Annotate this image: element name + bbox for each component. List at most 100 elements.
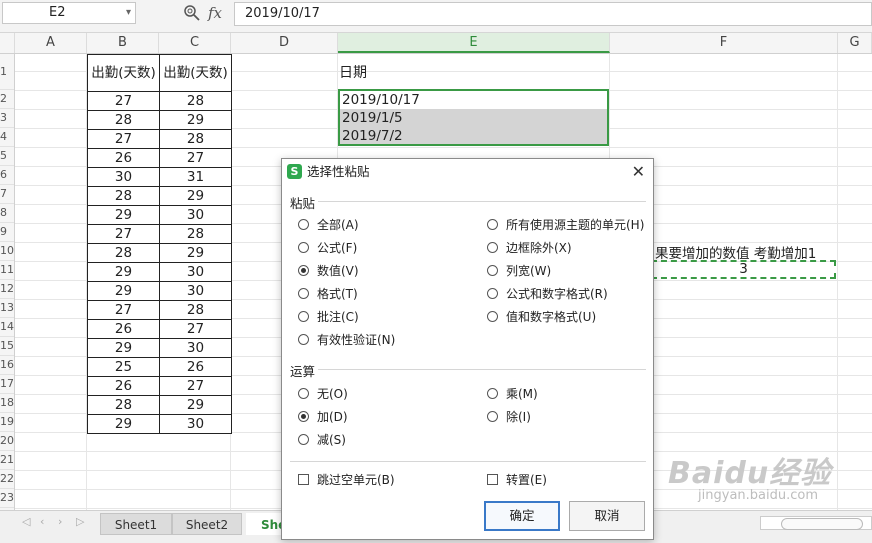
table-header-b[interactable]: 出勤(天数) bbox=[87, 54, 160, 92]
radio-icon[interactable] bbox=[487, 411, 498, 422]
table-cell[interactable]: 27 bbox=[87, 300, 160, 320]
formula-input[interactable]: 2019/10/17 bbox=[234, 2, 872, 26]
row-header[interactable]: 16 bbox=[0, 356, 14, 375]
table-cell[interactable]: 27 bbox=[159, 376, 232, 396]
last-sheet-icon[interactable]: ▷ bbox=[76, 515, 84, 528]
table-cell[interactable]: 29 bbox=[159, 110, 232, 130]
radio-icon[interactable] bbox=[298, 334, 309, 345]
table-cell[interactable]: 29 bbox=[159, 243, 232, 263]
table-cell[interactable]: 28 bbox=[87, 110, 160, 130]
paste-source-theme-option[interactable]: 所有使用源主题的单元(H) bbox=[487, 217, 644, 233]
column-header-c[interactable]: C bbox=[159, 33, 231, 53]
op-none-option[interactable]: 无(O) bbox=[298, 386, 348, 402]
row-header[interactable]: 11 bbox=[0, 261, 14, 280]
table-cell[interactable]: 29 bbox=[87, 205, 160, 225]
table-cell[interactable]: 29 bbox=[87, 262, 160, 282]
scrollbar-thumb[interactable] bbox=[781, 518, 863, 530]
tab-sheet1[interactable]: Sheet1 bbox=[100, 513, 172, 535]
row-header[interactable]: 7 bbox=[0, 185, 14, 204]
radio-icon[interactable] bbox=[298, 288, 309, 299]
row-header[interactable]: 20 bbox=[0, 432, 14, 451]
row-header[interactable]: 23 bbox=[0, 489, 14, 508]
radio-icon[interactable] bbox=[298, 242, 309, 253]
table-cell[interactable]: 26 bbox=[87, 319, 160, 339]
name-box[interactable]: E2 ▾ bbox=[2, 2, 136, 24]
table-cell[interactable]: 28 bbox=[87, 395, 160, 415]
op-multiply-option[interactable]: 乘(M) bbox=[487, 386, 538, 402]
column-header-e[interactable]: E bbox=[338, 33, 610, 53]
paste-formulas-numbers-option[interactable]: 公式和数字格式(R) bbox=[487, 286, 608, 302]
row-header[interactable]: 8 bbox=[0, 204, 14, 223]
radio-icon[interactable] bbox=[298, 219, 309, 230]
table-cell[interactable]: 28 bbox=[159, 300, 232, 320]
paste-comments-option[interactable]: 批注(C) bbox=[298, 309, 359, 325]
row-header[interactable]: 4 bbox=[0, 128, 14, 147]
zoom-icon[interactable] bbox=[183, 4, 201, 26]
op-add-option[interactable]: 加(D) bbox=[298, 409, 348, 425]
radio-selected-icon[interactable] bbox=[298, 411, 309, 422]
row-header[interactable]: 2 bbox=[0, 90, 14, 109]
row-header[interactable]: 22 bbox=[0, 470, 14, 489]
paste-values-option[interactable]: 数值(V) bbox=[298, 263, 359, 279]
op-divide-option[interactable]: 除(I) bbox=[487, 409, 531, 425]
first-sheet-icon[interactable]: ◁ bbox=[22, 515, 30, 528]
table-cell[interactable]: 29 bbox=[87, 338, 160, 358]
radio-icon[interactable] bbox=[487, 288, 498, 299]
radio-icon[interactable] bbox=[487, 265, 498, 276]
table-cell[interactable]: 28 bbox=[159, 224, 232, 244]
table-cell[interactable]: 28 bbox=[159, 129, 232, 149]
row-header[interactable]: 15 bbox=[0, 337, 14, 356]
next-sheet-icon[interactable]: › bbox=[58, 515, 62, 528]
column-header-f[interactable]: F bbox=[610, 33, 838, 53]
row-header[interactable]: 12 bbox=[0, 280, 14, 299]
dialog-title-bar[interactable]: S 选择性粘贴 ✕ bbox=[282, 159, 653, 185]
tab-sheet3[interactable]: She bbox=[246, 513, 286, 535]
table-cell[interactable]: 27 bbox=[87, 91, 160, 111]
column-header-b[interactable]: B bbox=[87, 33, 159, 53]
skip-blanks-checkbox[interactable]: 跳过空单元(B) bbox=[298, 472, 395, 488]
checkbox-icon[interactable] bbox=[298, 474, 309, 485]
table-cell[interactable]: 27 bbox=[87, 129, 160, 149]
table-cell[interactable]: 26 bbox=[159, 357, 232, 377]
row-header[interactable]: 3 bbox=[0, 109, 14, 128]
cancel-button[interactable]: 取消 bbox=[569, 501, 645, 531]
table-cell[interactable]: 30 bbox=[87, 167, 160, 187]
prev-sheet-icon[interactable]: ‹ bbox=[40, 515, 44, 528]
table-cell[interactable]: 30 bbox=[159, 338, 232, 358]
horizontal-scrollbar[interactable] bbox=[760, 516, 872, 530]
copied-value-cell[interactable]: 3 bbox=[651, 260, 836, 279]
column-header-g[interactable]: G bbox=[838, 33, 872, 53]
table-cell[interactable]: 26 bbox=[87, 376, 160, 396]
row-header[interactable]: 1 bbox=[0, 54, 14, 90]
radio-icon[interactable] bbox=[298, 434, 309, 445]
radio-icon[interactable] bbox=[487, 219, 498, 230]
row-header[interactable]: 19 bbox=[0, 413, 14, 432]
table-cell[interactable]: 30 bbox=[159, 414, 232, 434]
table-cell[interactable]: 28 bbox=[87, 186, 160, 206]
paste-column-widths-option[interactable]: 列宽(W) bbox=[487, 263, 551, 279]
paste-formats-option[interactable]: 格式(T) bbox=[298, 286, 358, 302]
op-subtract-option[interactable]: 减(S) bbox=[298, 432, 346, 448]
increment-note[interactable]: 果要增加的数值 考勤增加1 bbox=[655, 242, 816, 262]
ok-button[interactable]: 确定 bbox=[484, 501, 560, 531]
radio-icon[interactable] bbox=[298, 311, 309, 322]
table-cell[interactable]: 28 bbox=[87, 243, 160, 263]
table-cell[interactable]: 27 bbox=[87, 224, 160, 244]
radio-icon[interactable] bbox=[487, 388, 498, 399]
chevron-down-icon[interactable]: ▾ bbox=[126, 3, 131, 23]
table-cell[interactable]: 27 bbox=[159, 148, 232, 168]
row-header[interactable]: 18 bbox=[0, 394, 14, 413]
select-all-corner[interactable] bbox=[0, 33, 15, 53]
table-cell[interactable]: 27 bbox=[159, 319, 232, 339]
row-header[interactable]: 9 bbox=[0, 223, 14, 242]
table-cell[interactable]: 26 bbox=[87, 148, 160, 168]
row-header[interactable]: 13 bbox=[0, 299, 14, 318]
row-header[interactable]: 5 bbox=[0, 147, 14, 166]
table-cell[interactable]: 29 bbox=[159, 395, 232, 415]
fx-icon[interactable]: fx bbox=[208, 4, 222, 22]
table-cell[interactable]: 30 bbox=[159, 281, 232, 301]
row-header[interactable]: 6 bbox=[0, 166, 14, 185]
radio-icon[interactable] bbox=[487, 311, 498, 322]
date-column-title[interactable]: 日期 bbox=[339, 62, 367, 82]
paste-values-numbers-option[interactable]: 值和数字格式(U) bbox=[487, 309, 596, 325]
